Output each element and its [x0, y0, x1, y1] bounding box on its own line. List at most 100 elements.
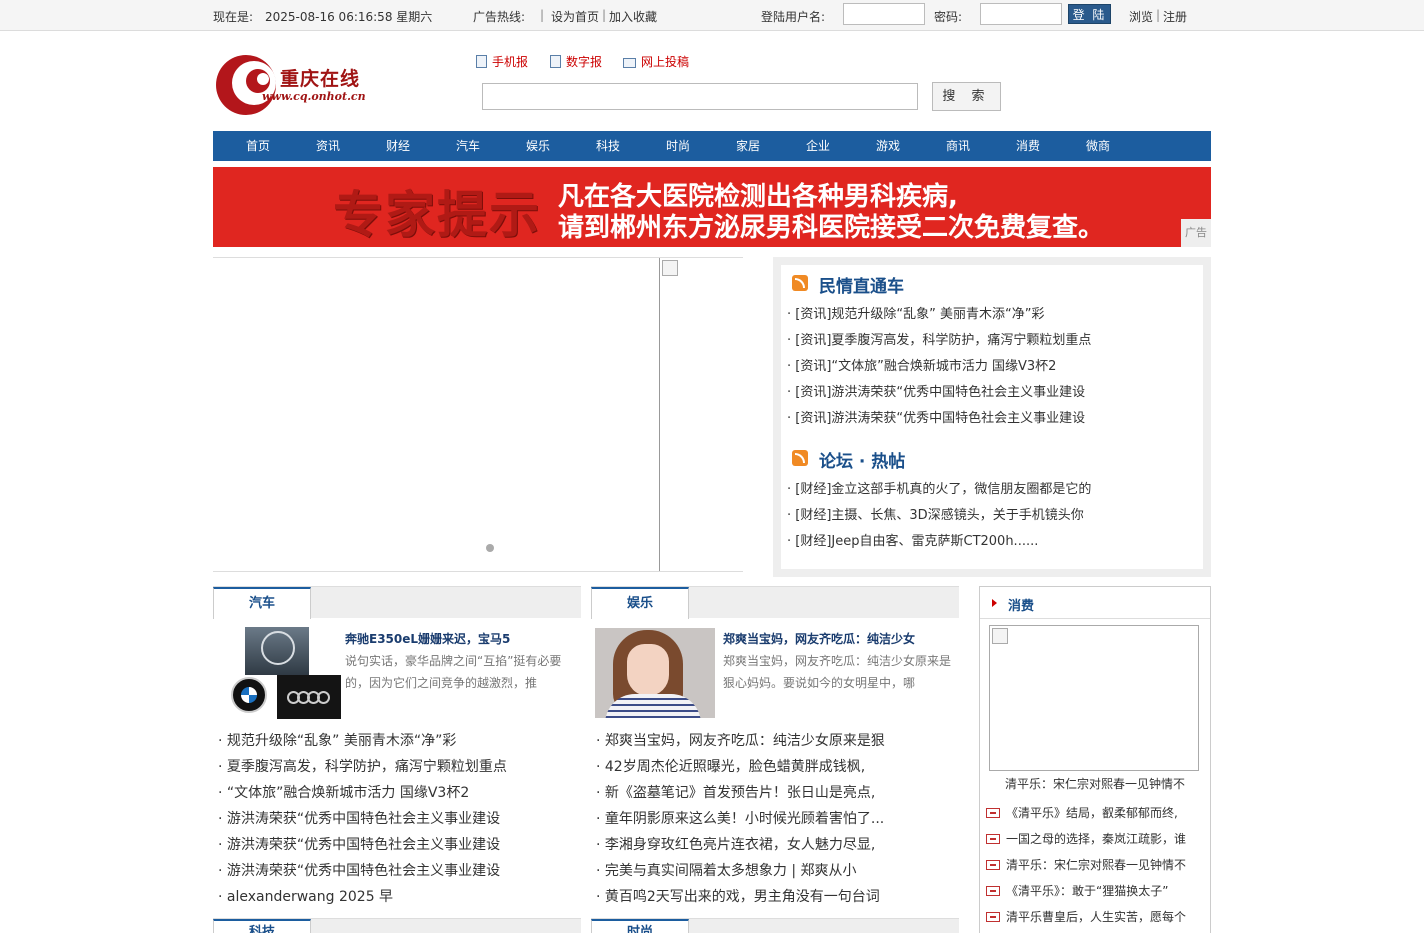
- password-input[interactable]: [980, 3, 1062, 25]
- register-link[interactable]: 注册: [1163, 8, 1187, 25]
- nav-item-auto[interactable]: 汽车: [433, 131, 503, 161]
- list-item[interactable]: 清平乐：宋仁宗对熙春一见钟情不: [986, 852, 1206, 878]
- list-item[interactable]: · 夏季腹泻高发，科学防护，痛泻宁颗粒划重点: [218, 754, 578, 780]
- celebrity-photo[interactable]: [595, 628, 715, 718]
- consumer-image-caption[interactable]: 清平乐：宋仁宗对熙春一见钟情不: [980, 775, 1210, 792]
- site-logo[interactable]: 重庆在线 www.cq.onhot.cn: [214, 50, 384, 120]
- consumer-header: 消费: [980, 587, 1210, 619]
- nav-item-home[interactable]: 首页: [223, 131, 293, 161]
- list-item[interactable]: · 42岁周杰伦近照曝光，脸色蜡黄胖成钱枫,: [596, 754, 956, 780]
- username-label: 登陆用户名:: [761, 10, 826, 24]
- list-item[interactable]: · [资讯]夏季腹泻高发，科学防护，痛泻宁颗粒划重点: [787, 328, 1207, 354]
- list-item[interactable]: · [财经]主摄、长焦、3D深感镜头，关于手机镜头你: [787, 503, 1207, 529]
- fashion-tab-bar: 时尚: [591, 918, 959, 933]
- consumer-image[interactable]: [989, 625, 1199, 771]
- slider-thumbnail[interactable]: [659, 258, 743, 571]
- consumer-title[interactable]: 消费: [1008, 595, 1034, 614]
- list-item[interactable]: · 童年阴影原来这么美！小时候光顾着害怕了...: [596, 806, 956, 832]
- image-slider[interactable]: [213, 257, 743, 572]
- benz-logo-icon: [245, 627, 309, 675]
- banner-headline: 专家提示: [333, 186, 541, 244]
- tab-auto[interactable]: 汽车: [213, 587, 311, 619]
- ad-tag: 广告: [1181, 219, 1211, 247]
- tab-tech[interactable]: 科技: [213, 919, 311, 933]
- separator: |: [1156, 8, 1161, 22]
- broken-image-icon: [992, 628, 1008, 644]
- logo-text: 重庆在线: [280, 68, 361, 90]
- mobile-news-link[interactable]: 手机报: [476, 53, 528, 70]
- list-item[interactable]: 一国之母的选择，秦岚江疏影，谁: [986, 826, 1206, 852]
- auto-feature-desc: 说句实话，豪华品牌之间“互掐”挺有必要的，因为它们之间竞争的越激烈，推: [345, 654, 562, 690]
- entertainment-feature-title[interactable]: 郑爽当宝妈，网友齐吃瓜：纯洁少女: [723, 630, 915, 647]
- search-input[interactable]: [482, 83, 918, 110]
- ad-banner[interactable]: 专家提示 凡在各大医院检测出各种男科疾病, 请到郴州东方泌尿男科医院接受二次免费…: [213, 167, 1211, 247]
- list-item[interactable]: · [资讯]游洪涛荣获“优秀中国特色社会主义事业建设: [787, 380, 1207, 406]
- list-item[interactable]: · 规范升级除“乱象” 美丽青木添“净”彩: [218, 728, 578, 754]
- nav-item-micro-business[interactable]: 微商: [1063, 131, 1133, 161]
- auto-tab-bar: 汽车: [213, 586, 581, 619]
- list-item[interactable]: · 黄百鸣2天写出来的戏，男主角没有一句台词: [596, 884, 956, 910]
- nav-item-entertainment[interactable]: 娱乐: [503, 131, 573, 161]
- entertainment-section: 娱乐 郑爽当宝妈，网友齐吃瓜：纯洁少女 郑爽当宝妈，网友齐吃瓜：纯洁少女原来是狠…: [591, 586, 959, 933]
- nav-item-business[interactable]: 商讯: [923, 131, 993, 161]
- slider-dot[interactable]: [486, 544, 494, 552]
- nav-item-fashion[interactable]: 时尚: [643, 131, 713, 161]
- list-item[interactable]: 《清平乐》结局，叡柔郁郁而终,: [986, 800, 1206, 826]
- nav-item-consumer[interactable]: 消费: [993, 131, 1063, 161]
- list-item[interactable]: · 游洪涛荣获“优秀中国特色社会主义事业建设: [218, 858, 578, 884]
- logo-swirl-icon: [216, 55, 276, 115]
- list-item[interactable]: · [资讯]“文体旅”融合焕新城市活力 国缘V3杯2: [787, 354, 1207, 380]
- video-icon: [986, 886, 1000, 896]
- search-button[interactable]: 搜 索: [932, 82, 1001, 111]
- tab-fashion[interactable]: 时尚: [591, 919, 689, 933]
- list-item[interactable]: · 李湘身穿玫红色亮片连衣裙，女人魅力尽显,: [596, 832, 956, 858]
- nav-item-news[interactable]: 资讯: [293, 131, 363, 161]
- broken-image-icon: [662, 260, 678, 276]
- list-item[interactable]: 《清平乐》：敢于“狸猫换太子”: [986, 878, 1206, 904]
- main-nav: 首页 资讯 财经 汽车 娱乐 科技 时尚 家居 企业 游戏 商讯 消费 微商: [213, 131, 1211, 161]
- nav-item-finance[interactable]: 财经: [363, 131, 433, 161]
- browse-link[interactable]: 浏览: [1129, 8, 1153, 25]
- list-item[interactable]: · 新《盗墓笔记》首发预告片！张日山是亮点,: [596, 780, 956, 806]
- tab-entertainment[interactable]: 娱乐: [591, 587, 689, 619]
- list-item[interactable]: · [资讯]规范升级除“乱象” 美丽青木添“净”彩: [787, 302, 1207, 328]
- entertainment-news-list: · 郑爽当宝妈，网友齐吃瓜：纯洁少女原来是狠 · 42岁周杰伦近照曝光，脸色蜡黄…: [596, 728, 956, 910]
- auto-feature-title[interactable]: 奔驰E350eL姗姗来迟，宝马5: [345, 630, 510, 647]
- nav-item-tech[interactable]: 科技: [573, 131, 643, 161]
- submit-article-link[interactable]: 网上投稿: [623, 53, 689, 70]
- username-input[interactable]: [843, 3, 925, 25]
- bmw-logo-icon: [229, 675, 277, 719]
- list-item[interactable]: · 游洪涛荣获“优秀中国特色社会主义事业建设: [218, 806, 578, 832]
- list-item[interactable]: · [财经]Jeep自由客、雷克萨斯CT200h......: [787, 529, 1207, 555]
- list-item[interactable]: · 游洪涛荣获“优秀中国特色社会主义事业建设: [218, 832, 578, 858]
- add-favorite-link[interactable]: 加入收藏: [609, 8, 657, 25]
- list-item[interactable]: · “文体旅”融合焕新城市活力 国缘V3杯2: [218, 780, 578, 806]
- list-item[interactable]: · alexanderwang 2025 早: [218, 884, 578, 910]
- login-button[interactable]: 登 陆: [1068, 4, 1111, 24]
- audi-logo-icon: [277, 675, 341, 719]
- entertainment-tab-bar: 娱乐: [591, 586, 959, 619]
- newspaper-icon: [550, 55, 561, 68]
- set-home-link[interactable]: 设为首页: [551, 8, 599, 25]
- rss-icon: [792, 275, 808, 291]
- list-item[interactable]: 清平乐曹皇后，人生实苦，愿每个: [986, 904, 1206, 930]
- list-item[interactable]: · [财经]金立这部手机真的火了，微信朋友圈都是它的: [787, 477, 1207, 503]
- forum-list: · [财经]金立这部手机真的火了，微信朋友圈都是它的 · [财经]主摄、长焦、3…: [787, 477, 1207, 555]
- car-brands-image[interactable]: [229, 627, 341, 719]
- list-item[interactable]: · 完美与真实间隔着太多想象力 | 郑爽从小: [596, 858, 956, 884]
- digital-paper-link[interactable]: 数字报: [550, 53, 602, 70]
- video-icon: [986, 834, 1000, 844]
- nav-item-enterprise[interactable]: 企业: [783, 131, 853, 161]
- nav-item-games[interactable]: 游戏: [853, 131, 923, 161]
- triangle-bullet-icon: [992, 599, 997, 607]
- minqing-title[interactable]: 民情直通车: [819, 272, 904, 297]
- forum-title[interactable]: 论坛 · 热帖: [819, 447, 905, 472]
- logo-url: www.cq.onhot.cn: [262, 90, 366, 103]
- list-item[interactable]: · 郑爽当宝妈，网友齐吃瓜：纯洁少女原来是狠: [596, 728, 956, 754]
- list-item[interactable]: · [资讯]游洪涛荣获“优秀中国特色社会主义事业建设: [787, 406, 1207, 432]
- auto-section: 汽车 奔驰E350eL姗姗来迟，宝马5 说句实话，豪华品牌之间“互掐”挺有必要的…: [213, 586, 581, 933]
- current-datetime: 2025-08-16 06:16:58 星期六: [265, 10, 433, 24]
- auto-news-list: · 规范升级除“乱象” 美丽青木添“净”彩 · 夏季腹泻高发，科学防护，痛泻宁颗…: [218, 728, 578, 910]
- nav-item-home-living[interactable]: 家居: [713, 131, 783, 161]
- password-label: 密码:: [934, 10, 963, 24]
